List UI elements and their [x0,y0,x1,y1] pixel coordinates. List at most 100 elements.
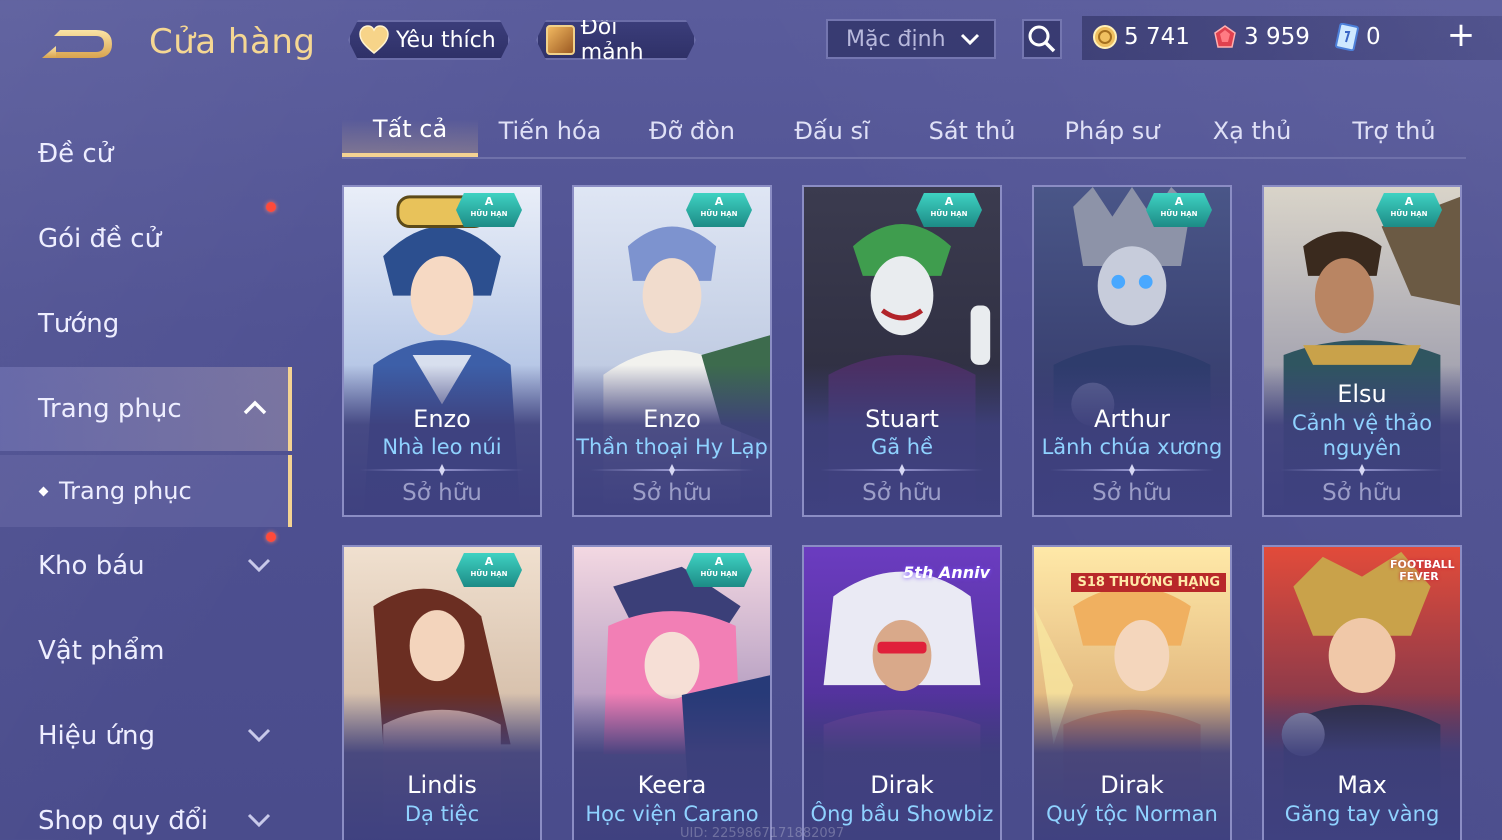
owned-status: Sở hữu [1322,480,1402,506]
badge-sub: HỮU HẠN [700,210,738,218]
skin-name: Găng tay vàng [1284,802,1440,826]
tab-fighter[interactable]: Đấu sĩ [764,105,900,157]
owned-status: Sở hữu [632,480,712,506]
sidebar-subitem-skins[interactable]: Trang phục [0,455,292,527]
notification-dot [266,532,276,542]
limited-badge: A HỮU HẠN [456,193,522,227]
ruby-amount: 3 959 [1244,24,1310,50]
skin-card[interactable]: A HỮU HẠN Arthur Lãnh chúa xương Sở hữu [1032,185,1232,517]
tab-support[interactable]: Trợ thủ [1326,105,1462,157]
search-button[interactable] [1022,19,1062,59]
add-currency-button[interactable]: + [1446,18,1476,54]
category-tabs: Tất cả Tiến hóa Đỡ đòn Đấu sĩ Sát thủ Ph… [342,105,1466,159]
sidebar-item-exchange-shop[interactable]: Shop quy đổi [0,779,292,840]
skin-name: Quý tộc Norman [1046,802,1218,826]
sidebar-item-label: Kho báu [38,551,145,581]
badge-sub: HỮU HẠN [930,210,968,218]
sidebar-item-label: Trang phục [38,394,182,424]
skin-name: Học viện Carano [585,802,759,826]
chest-icon [546,25,575,55]
card-divider [1280,469,1444,471]
favorite-button[interactable]: Yêu thích [348,20,510,60]
sidebar-item-skins[interactable]: Trang phục [0,367,292,451]
tab-assassin[interactable]: Sát thủ [904,105,1040,157]
sidebar-subitem-label: Trang phục [59,477,192,505]
badge-sub: HỮU HẠN [470,210,508,218]
owned-status: Sở hữu [402,480,482,506]
badge-grade: A [1174,195,1184,208]
hero-name: Stuart [865,405,939,433]
skin-card[interactable]: A HỮU HẠN Stuart Gã hề Sở hữu [802,185,1002,517]
sidebar-item-label: Tướng [38,309,120,339]
sidebar-item-bundles[interactable]: Gói đề cử [0,197,292,281]
skin-name: Lãnh chúa xương [1041,435,1223,459]
badge-sub: HỮU HẠN [470,570,508,578]
tab-tank[interactable]: Đỡ đòn [624,105,760,157]
sidebar-item-treasure[interactable]: Kho báu [0,524,292,608]
badge-grade: A [1404,195,1414,208]
tab-evolution[interactable]: Tiến hóa [482,105,618,157]
sidebar-item-label: Đề cử [38,139,114,169]
tab-mage[interactable]: Pháp sư [1044,105,1180,157]
favorite-label: Yêu thích [396,27,496,53]
sidebar-item-heroes[interactable]: Tướng [0,282,292,366]
hero-name: Lindis [407,771,477,799]
badge-sub: HỮU HẠN [700,570,738,578]
sort-dropdown[interactable]: Mặc định [826,19,996,59]
skin-card[interactable]: A HỮU HẠN Elsu Cảnh vệ thảo nguyên Sở hữu [1262,185,1462,517]
card-divider [1050,469,1214,471]
hero-name: Dirak [1100,771,1164,799]
tab-marksman[interactable]: Xạ thủ [1184,105,1320,157]
uid-watermark: UID: 2259867171882097 [680,826,845,840]
ruby-gem-icon [1214,25,1236,48]
event-badge: FOOTBALL FEVER [1390,558,1455,583]
skin-card[interactable]: FOOTBALL FEVER Max Găng tay vàng [1262,545,1462,840]
skin-card[interactable]: A HỮU HẠN Lindis Dạ tiệc [342,545,542,840]
sidebar-item-label: Hiệu ứng [38,721,155,751]
sidebar-item-items[interactable]: Vật phẩm [0,609,292,693]
badge-grade: A [714,195,724,208]
badge-sub: HỮU HẠN [1160,210,1198,218]
limited-badge: A HỮU HẠN [686,553,752,587]
tab-all[interactable]: Tất cả [342,105,478,157]
skin-card[interactable]: A HỮU HẠN Enzo Nhà leo núi Sở hữu [342,185,542,517]
badge-grade: A [714,555,724,568]
sidebar-item-label: Shop quy đổi [38,806,208,836]
sidebar-item-effects[interactable]: Hiệu ứng [0,694,292,778]
voucher-card-icon [1335,23,1359,51]
owned-status: Sở hữu [862,480,942,506]
limited-badge: A HỮU HẠN [1376,193,1442,227]
shard-exchange-button[interactable]: Đổi mảnh [536,20,696,60]
chevron-down-icon [247,558,271,573]
sort-value: Mặc định [846,26,946,52]
chevron-down-icon [247,728,271,743]
chevron-down-icon [247,813,271,828]
bullet-icon [38,486,49,496]
search-icon [1028,25,1056,53]
gold-currency: 5 741 [1092,18,1190,56]
back-arrow-icon [42,30,112,58]
skin-card[interactable]: 5th Anniv Dirak Ông bầu Showbiz [802,545,1002,840]
sidebar-item-label: Gói đề cử [38,224,162,254]
badge-grade: A [484,195,494,208]
notification-dot [266,202,276,212]
back-button[interactable] [38,22,118,66]
skin-name: Cảnh vệ thảo nguyên [1291,411,1433,460]
limited-badge: A HỮU HẠN [1146,193,1212,227]
skin-card[interactable]: S18 THƯỞNG HẠNG Dirak Quý tộc Norman [1032,545,1232,840]
skin-card[interactable]: A HỮU HẠN Enzo Thần thoại Hy Lạp Sở hữu [572,185,772,517]
heart-icon [358,25,390,55]
page-title: Cửa hàng [149,22,316,62]
chevron-up-icon [243,400,267,415]
sidebar-item-recommended[interactable]: Đề cử [0,112,292,196]
badge-grade: A [484,555,494,568]
limited-badge: A HỮU HẠN [916,193,982,227]
hero-name: Max [1337,771,1387,799]
limited-badge: A HỮU HẠN [456,553,522,587]
hero-name: Arthur [1094,405,1170,433]
skin-name: Nhà leo núi [382,435,502,459]
skin-card[interactable]: A HỮU HẠN Keera Học viện Carano [572,545,772,840]
sidebar: Đề cử Gói đề cử Tướng Trang phục Trang p… [0,100,292,840]
shard-exchange-label: Đổi mảnh [580,15,644,65]
skin-name: Gã hề [870,435,934,459]
